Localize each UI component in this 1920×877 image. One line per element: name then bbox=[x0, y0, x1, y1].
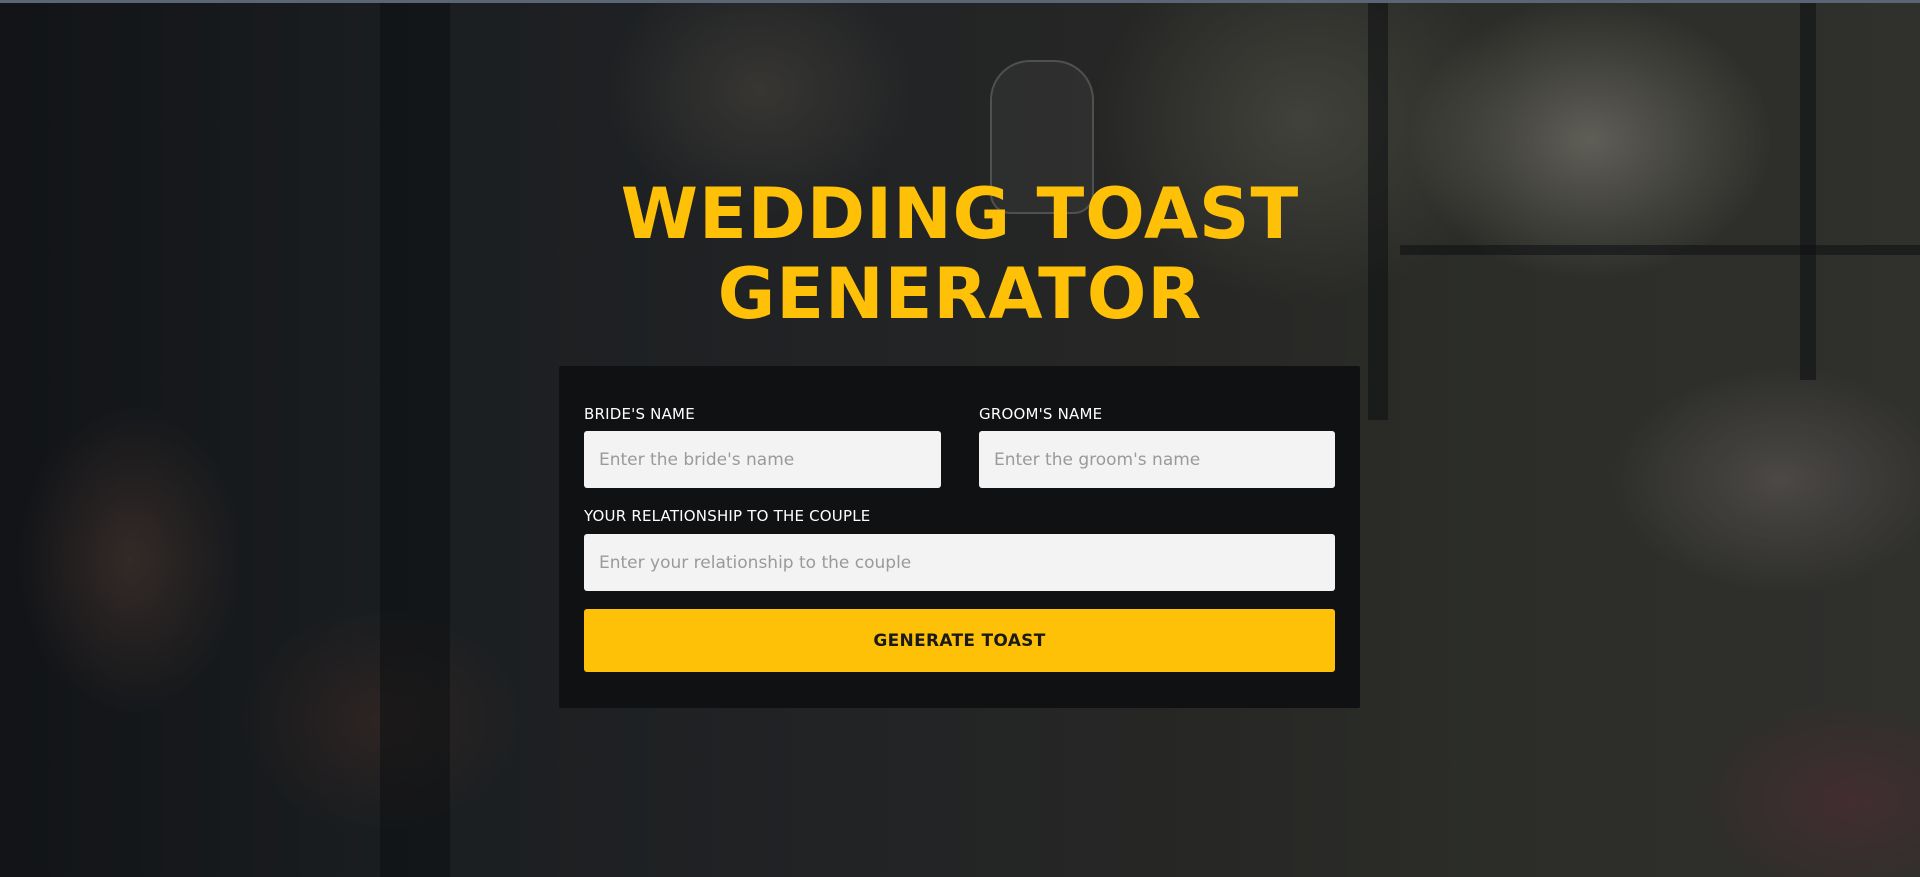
page: WEDDING TOAST GENERATOR BRIDE'S NAME GRO… bbox=[0, 0, 1920, 877]
top-strip bbox=[0, 0, 1920, 3]
page-title-line2: GENERATOR bbox=[717, 253, 1203, 335]
page-title-line1: WEDDING TOAST bbox=[620, 173, 1300, 255]
generate-toast-button[interactable]: GENERATE TOAST bbox=[584, 609, 1335, 672]
bride-name-label: BRIDE'S NAME bbox=[584, 405, 695, 423]
main-content: WEDDING TOAST GENERATOR BRIDE'S NAME GRO… bbox=[0, 0, 1920, 877]
page-title: WEDDING TOAST GENERATOR bbox=[560, 174, 1360, 334]
relationship-input[interactable] bbox=[584, 534, 1335, 591]
relationship-label: YOUR RELATIONSHIP TO THE COUPLE bbox=[584, 507, 871, 525]
bride-name-input[interactable] bbox=[584, 431, 941, 488]
groom-name-input[interactable] bbox=[979, 431, 1335, 488]
groom-name-label: GROOM'S NAME bbox=[979, 405, 1103, 423]
toast-form: BRIDE'S NAME GROOM'S NAME YOUR RELATIONS… bbox=[559, 366, 1360, 708]
